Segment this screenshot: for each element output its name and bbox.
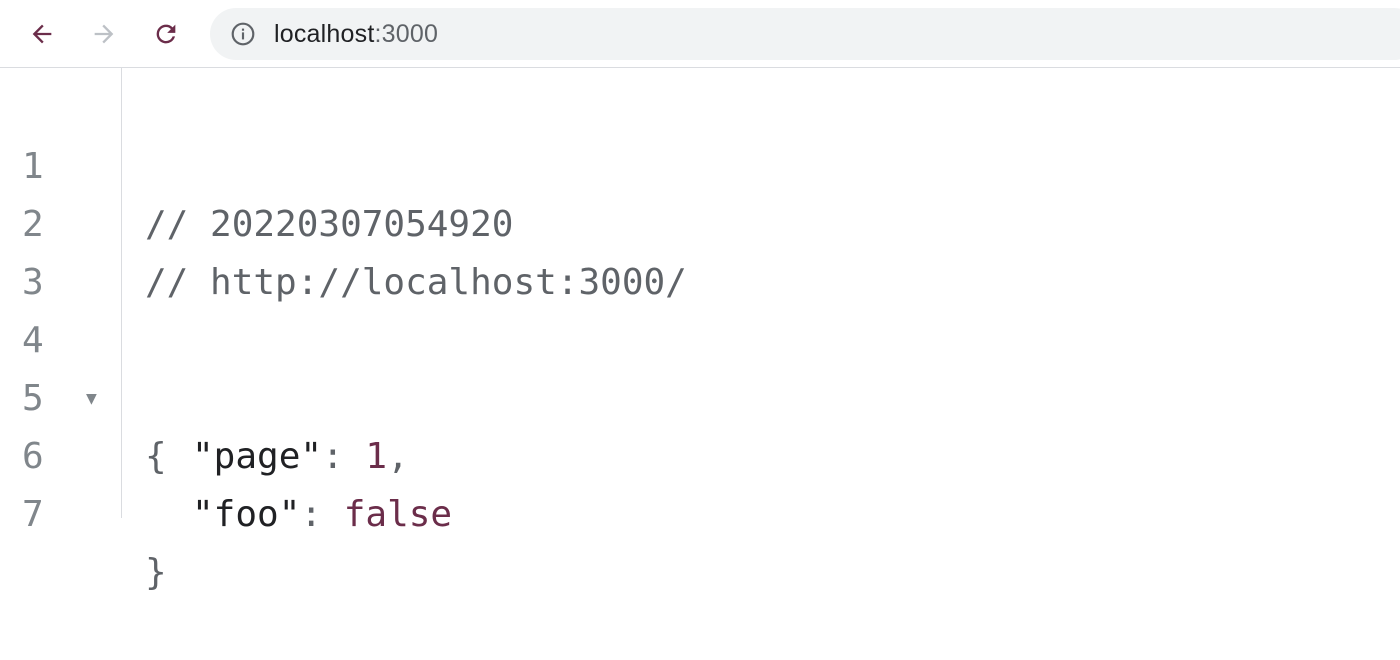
line-number: 7 — [22, 494, 44, 535]
address-port: :3000 — [374, 19, 439, 48]
forward-button[interactable] — [84, 14, 124, 54]
json-viewer: 1 // 20220307054920 2 // http://localhos… — [0, 68, 1400, 593]
code-line: 3 — [0, 196, 87, 303]
json-colon: : — [300, 494, 344, 535]
open-brace: { — [145, 436, 167, 477]
comment-text: // http://localhost:3000/ — [145, 262, 687, 303]
json-value: false — [343, 494, 453, 535]
address-bar[interactable]: localhost:3000 — [210, 8, 1400, 60]
code-line: 2 // http://localhost:3000/ — [0, 138, 687, 303]
json-property: "foo": false — [192, 486, 452, 544]
code-line: 1 // 20220307054920 — [0, 80, 513, 245]
close-brace: } — [145, 552, 167, 593]
json-key: "foo" — [192, 494, 301, 535]
browser-toolbar: localhost:3000 — [0, 0, 1400, 68]
back-button[interactable] — [22, 14, 62, 54]
code-line: 5 "page": 1, — [0, 312, 409, 477]
code-line: 6 "foo": false — [0, 370, 452, 535]
arrow-left-icon — [32, 24, 52, 44]
code-line: 4 ▼ { — [0, 254, 167, 477]
address-url[interactable]: localhost:3000 — [274, 20, 438, 49]
json-colon: : — [322, 436, 366, 477]
json-property: "page": 1, — [192, 428, 409, 486]
reload-icon — [156, 24, 176, 44]
json-key: "page" — [192, 436, 323, 477]
code-line: 7 } — [0, 428, 167, 593]
json-value: 1 — [365, 436, 388, 477]
arrow-right-icon — [94, 24, 114, 44]
json-comma: , — [387, 436, 409, 477]
reload-button[interactable] — [146, 14, 186, 54]
comment-text: // 20220307054920 — [145, 204, 514, 245]
fold-toggle-icon[interactable]: ▼ — [86, 370, 97, 428]
address-host: localhost — [274, 19, 375, 48]
info-icon[interactable] — [230, 21, 256, 47]
